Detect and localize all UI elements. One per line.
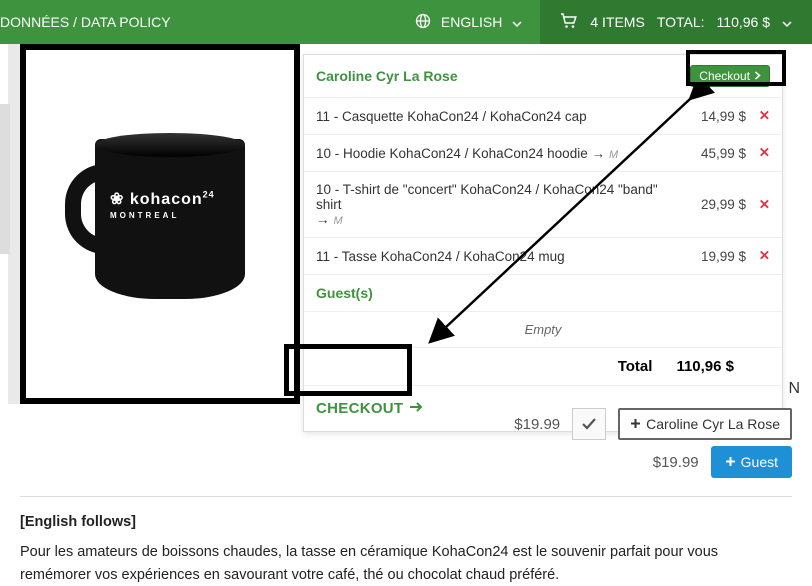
cart-item-label: 10 - T-shirt de "concert" KohaCon24 / Ko… — [316, 182, 676, 227]
cart-item-price: 45,99 $ — [676, 146, 746, 161]
cart-item-row: 10 - Hoodie KohaCon24 / KohaCon24 hoodie… — [304, 135, 782, 172]
cart-item-price: 19,99 $ — [676, 249, 746, 264]
cart-item-price: 14,99 $ — [676, 109, 746, 124]
cart-total-value: 110,96 $ — [717, 14, 770, 30]
add-guest-button[interactable]: Guest — [711, 446, 792, 478]
total-label: Total — [618, 358, 653, 375]
remove-item-button[interactable]: ✕ — [746, 145, 770, 161]
language-selector[interactable]: ENGLISH — [397, 13, 540, 32]
arrow-right-icon: → — [591, 146, 605, 161]
remove-item-button[interactable]: ✕ — [746, 248, 770, 264]
cart-total-row: Total 110,96 $ — [304, 348, 782, 386]
plus-icon — [630, 416, 641, 432]
price-value: $19.99 — [514, 416, 560, 433]
arrow-right-icon: → — [316, 212, 330, 227]
plus-icon — [725, 454, 736, 470]
guests-header: Guest(s) — [304, 275, 782, 312]
product-details: $19.99 Caroline Cyr La Rose $19.99 Guest… — [0, 384, 812, 586]
background-strip — [0, 104, 10, 254]
chevron-down-icon — [512, 14, 522, 30]
total-value: 110,96 $ — [676, 358, 734, 375]
english-follows-heading: [English follows] — [20, 511, 792, 533]
guests-empty: Empty — [304, 312, 782, 348]
cart-item-label: 11 - Tasse KohaCon24 / KohaCon24 mug — [316, 249, 676, 264]
price-value: $19.99 — [653, 454, 699, 471]
cart-dropdown: Caroline Cyr La Rose Checkout 11 - Casqu… — [303, 54, 783, 432]
cart-item-label: 10 - Hoodie KohaCon24 / KohaCon24 hoodie… — [316, 146, 676, 161]
remove-item-button[interactable]: ✕ — [746, 197, 770, 213]
cart-item-row: 11 - Tasse KohaCon24 / KohaCon24 mug 19,… — [304, 238, 782, 275]
cart-item-row: 10 - T-shirt de "concert" KohaCon24 / Ko… — [304, 172, 782, 238]
product-description: Pour les amateurs de boissons chaudes, l… — [20, 541, 792, 586]
cart-items-count: 4 ITEMS — [590, 14, 644, 30]
remove-item-button[interactable]: ✕ — [746, 108, 770, 124]
select-check-button[interactable] — [572, 408, 606, 440]
language-label: ENGLISH — [441, 14, 502, 30]
cart-icon — [560, 13, 578, 32]
cart-summary[interactable]: 4 ITEMS TOTAL: 110,96 $ — [540, 0, 812, 44]
globe-icon — [415, 13, 431, 32]
chevron-right-icon — [754, 69, 761, 83]
cart-item-row: 11 - Casquette KohaCon24 / KohaCon24 cap… — [304, 98, 782, 135]
cart-item-label: 11 - Casquette KohaCon24 / KohaCon24 cap — [316, 109, 676, 124]
checkout-button-small[interactable]: Checkout — [690, 65, 770, 87]
top-bar: DONNÉES / DATA POLICY ENGLISH 4 ITEMS TO… — [0, 0, 812, 44]
product-image: ❀ kohacon24 MONTREAL — [20, 44, 300, 404]
chevron-down-icon — [782, 14, 792, 30]
cart-total-label: TOTAL: — [657, 14, 705, 30]
cart-item-price: 29,99 $ — [676, 197, 746, 212]
data-policy-link[interactable]: DONNÉES / DATA POLICY — [0, 14, 181, 30]
add-for-user-button[interactable]: Caroline Cyr La Rose — [618, 408, 792, 440]
cart-owner-name: Caroline Cyr La Rose — [316, 68, 458, 84]
